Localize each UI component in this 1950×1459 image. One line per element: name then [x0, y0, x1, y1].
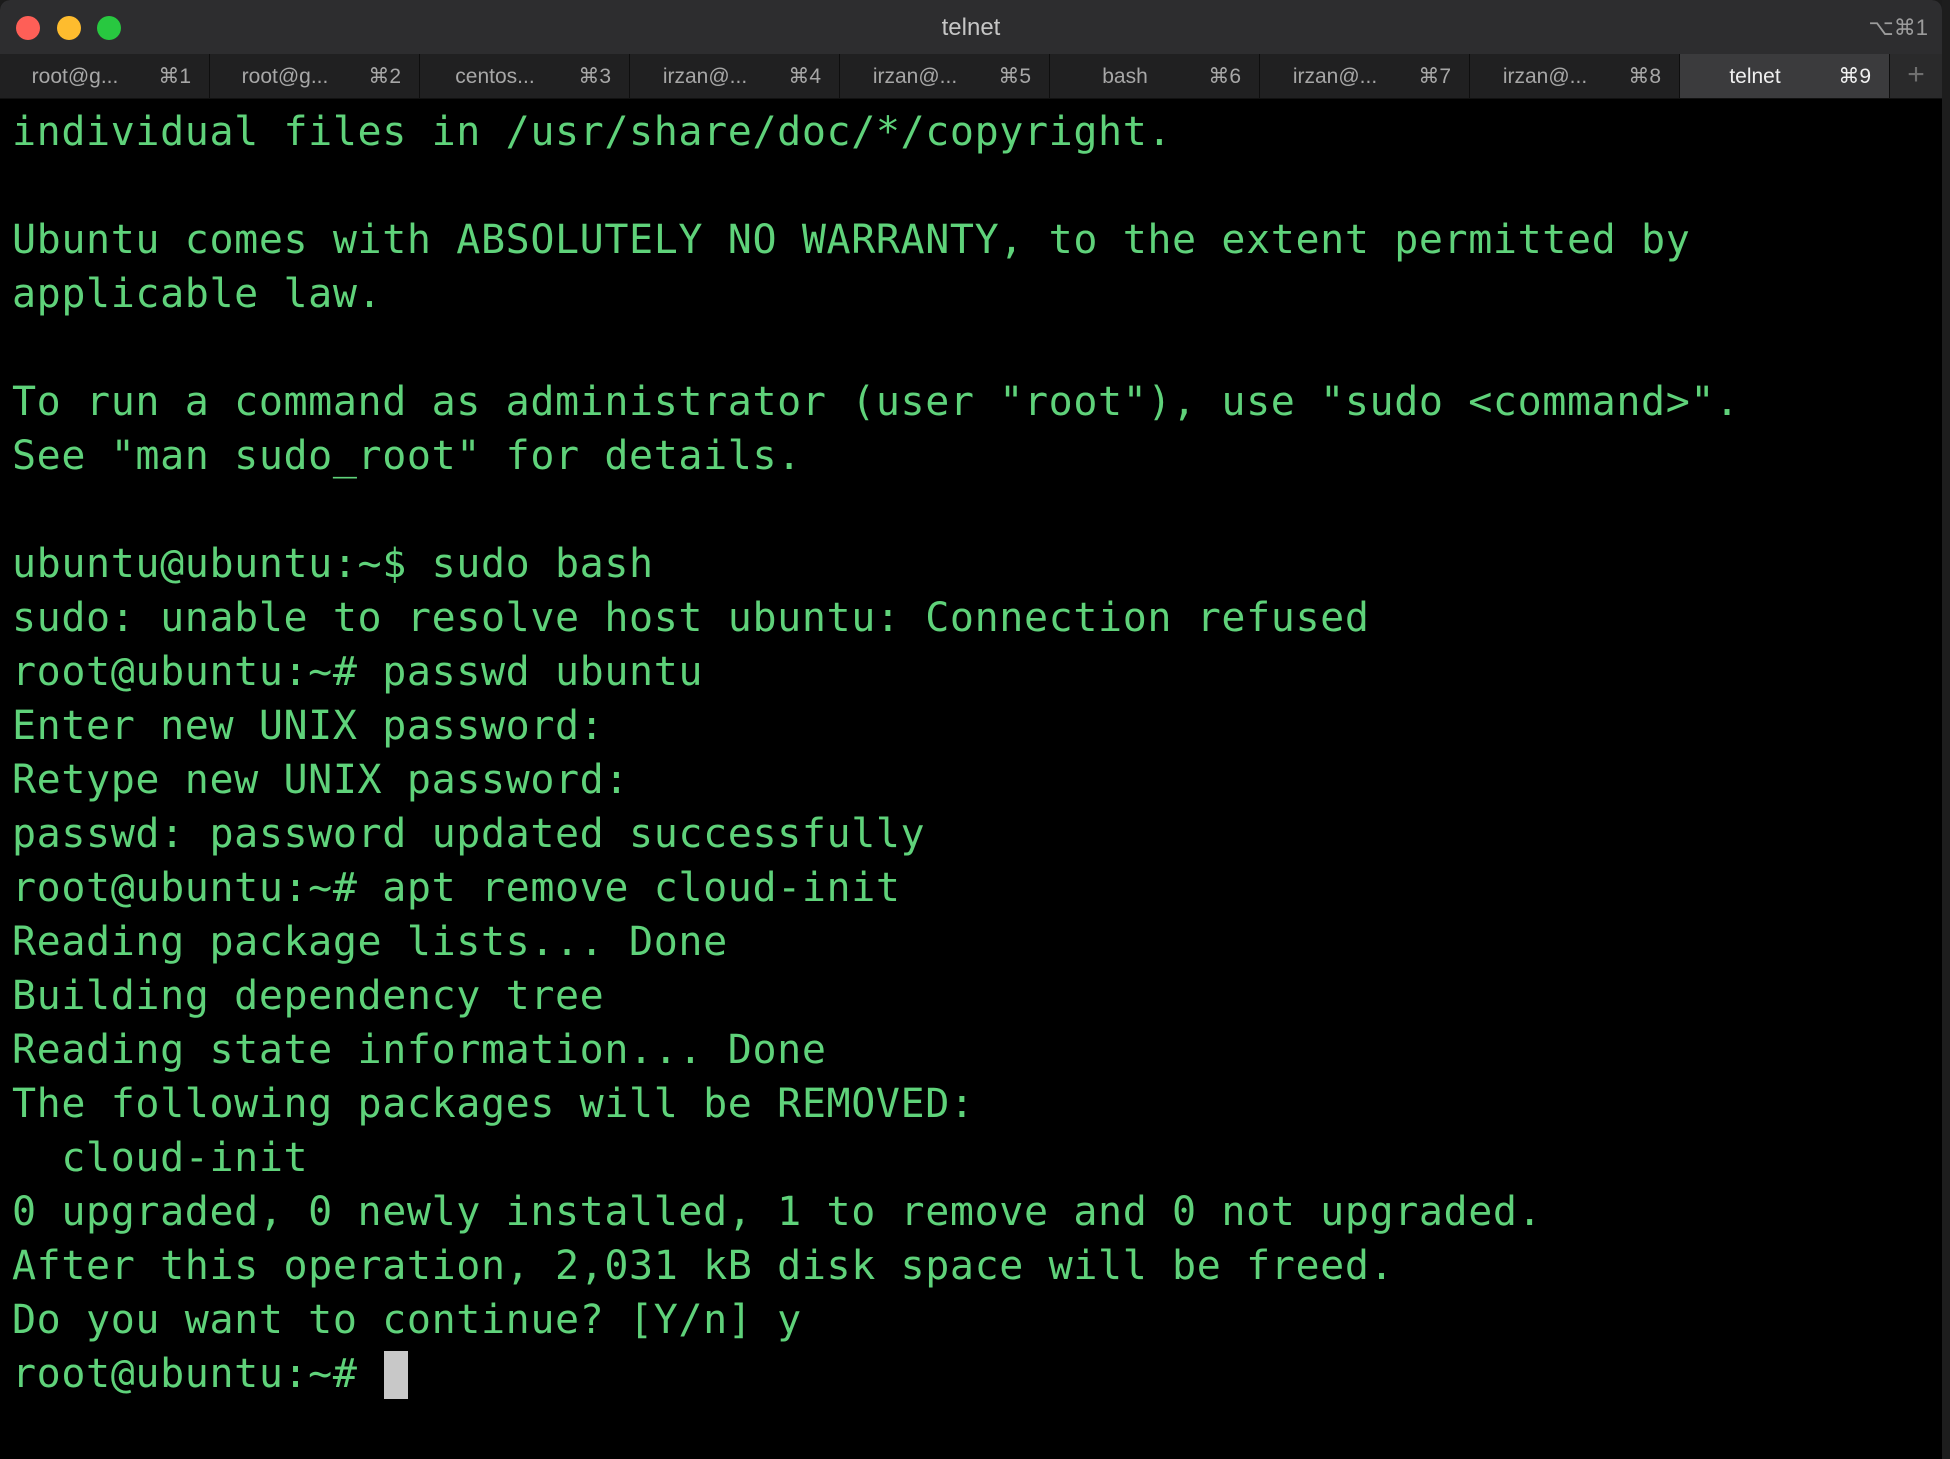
prompt-line: root@ubuntu:~#	[12, 1347, 1740, 1401]
tab-shortcut: ⌘1	[158, 65, 191, 88]
tab-5[interactable]: irzan@... ⌘5	[840, 54, 1050, 98]
terminal-line: See "man sudo_root" for details.	[12, 433, 802, 479]
terminal-line: 0 upgraded, 0 newly installed, 1 to remo…	[12, 1189, 1543, 1235]
tab-label: root@g...	[31, 65, 119, 88]
tab-shortcut: ⌘7	[1418, 65, 1451, 88]
tab-shortcut: ⌘4	[788, 65, 821, 88]
tab-label: bash	[1102, 65, 1148, 88]
tab-6[interactable]: bash ⌘6	[1050, 54, 1260, 98]
terminal-line: After this operation, 2,031 kB disk spac…	[12, 1243, 1395, 1289]
tab-label: telnet	[1729, 65, 1781, 88]
shell-prompt: root@ubuntu:~#	[12, 1351, 383, 1397]
tab-label: irzan@...	[872, 65, 958, 88]
tab-label: irzan@...	[1502, 65, 1588, 88]
tab-1[interactable]: root@g... ⌘1	[0, 54, 210, 98]
tab-label: irzan@...	[1292, 65, 1378, 88]
terminal-line: Ubuntu comes with ABSOLUTELY NO WARRANTY…	[12, 217, 1691, 263]
background-window-edge	[1942, 0, 1950, 1459]
terminal-output[interactable]: individual files in /usr/share/doc/*/cop…	[0, 99, 1942, 1459]
tab-shortcut: ⌘8	[1628, 65, 1661, 88]
text-cursor	[384, 1351, 409, 1399]
tab-4[interactable]: irzan@... ⌘4	[630, 54, 840, 98]
terminal-line: Building dependency tree	[12, 973, 605, 1019]
terminal-window: telnet ⌥⌘1 root@g... ⌘1 root@g... ⌘2 centos.…	[0, 0, 1942, 1459]
terminal-line: root@ubuntu:~# passwd ubuntu	[12, 649, 704, 695]
tab-8[interactable]: irzan@... ⌘8	[1470, 54, 1680, 98]
terminal-line: Retype new UNIX password:	[12, 757, 630, 803]
tab-shortcut: ⌘3	[578, 65, 611, 88]
tab-7[interactable]: irzan@... ⌘7	[1260, 54, 1470, 98]
terminal-line: Do you want to continue? [Y/n] y	[12, 1297, 802, 1343]
terminal-line: sudo: unable to resolve host ubuntu: Con…	[12, 595, 1370, 641]
tab-shortcut: ⌘5	[998, 65, 1031, 88]
tab-label: root@g...	[241, 65, 329, 88]
tab-label: centos...	[455, 65, 535, 88]
tab-3[interactable]: centos... ⌘3	[420, 54, 630, 98]
title-bar[interactable]: telnet ⌥⌘1	[0, 0, 1942, 54]
new-tab-button[interactable]: +	[1890, 54, 1942, 98]
terminal-line: Reading state information... Done	[12, 1027, 827, 1073]
terminal-line: cloud-init	[12, 1135, 309, 1181]
window-shortcut: ⌥⌘1	[1868, 15, 1928, 40]
terminal-lines: individual files in /usr/share/doc/*/cop…	[12, 105, 1740, 1401]
tab-shortcut: ⌘6	[1208, 65, 1241, 88]
tab-shortcut: ⌘2	[368, 65, 401, 88]
terminal-line: To run a command as administrator (user …	[12, 379, 1740, 425]
tab-label: irzan@...	[662, 65, 748, 88]
window-title: telnet	[941, 14, 1001, 41]
terminal-line: passwd: password updated successfully	[12, 811, 926, 857]
terminal-line: applicable law.	[12, 271, 383, 317]
tab-bar: root@g... ⌘1 root@g... ⌘2 centos... ⌘3 irzan@.…	[0, 54, 1942, 99]
tab-shortcut: ⌘9	[1838, 65, 1871, 88]
terminal-line: individual files in /usr/share/doc/*/cop…	[12, 109, 1173, 155]
terminal-line: ubuntu@ubuntu:~$ sudo bash	[12, 541, 654, 587]
terminal-line: Enter new UNIX password:	[12, 703, 605, 749]
terminal-line: Reading package lists... Done	[12, 919, 728, 965]
tab-9[interactable]: telnet ⌘9	[1680, 54, 1890, 98]
terminal-line: root@ubuntu:~# apt remove cloud-init	[12, 865, 901, 911]
terminal-line: The following packages will be REMOVED:	[12, 1081, 975, 1127]
tab-2[interactable]: root@g... ⌘2	[210, 54, 420, 98]
